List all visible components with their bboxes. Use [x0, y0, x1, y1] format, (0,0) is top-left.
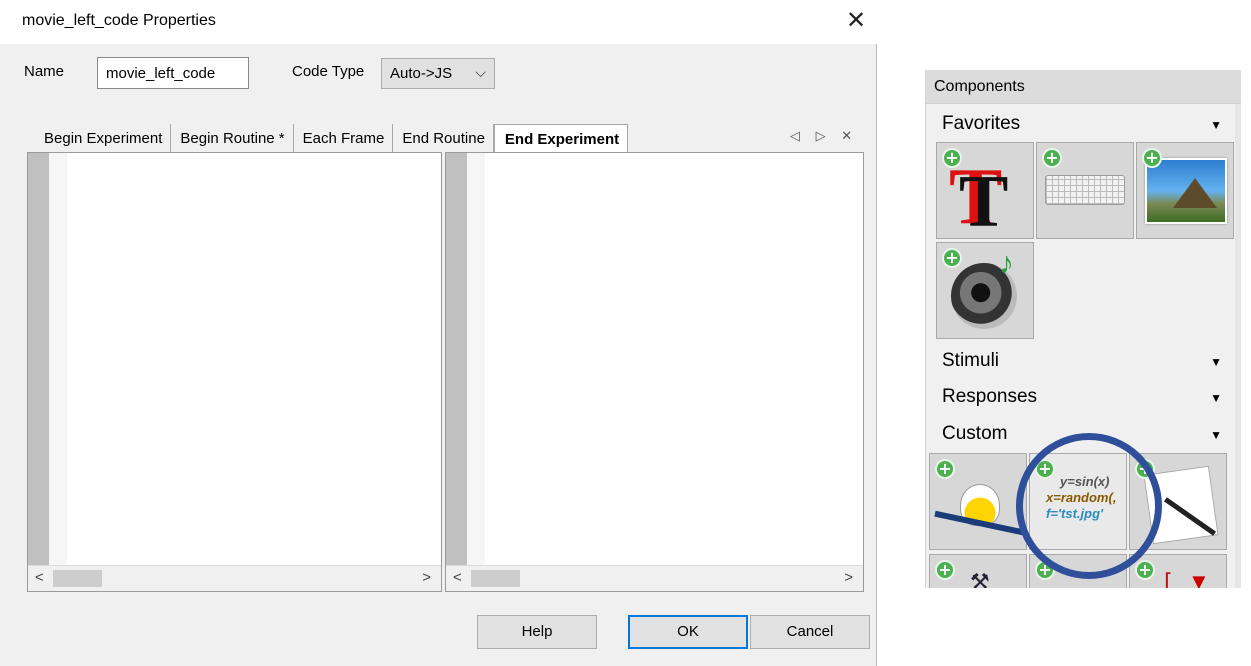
expand-icon: ▼ — [1210, 391, 1222, 405]
code-area[interactable] — [485, 153, 863, 566]
sound-component-tile[interactable]: ♪ + — [936, 242, 1034, 339]
text-component-tile[interactable]: T T + — [936, 142, 1034, 239]
title-bar: movie_left_code Properties ✕ — [0, 0, 877, 44]
expand-icon: ▼ — [1210, 355, 1222, 369]
components-header: Components — [926, 70, 1241, 104]
bracket-icon: ⌈ — [1164, 569, 1173, 588]
cancel-button[interactable]: Cancel — [750, 615, 870, 649]
category-responses[interactable]: Responses ▼ — [926, 379, 1241, 415]
category-stimuli[interactable]: Stimuli ▼ — [926, 343, 1241, 379]
text-icon-shadow: T — [959, 161, 1009, 239]
scroll-left-icon[interactable]: < — [35, 569, 44, 586]
components-panel: Components Favorites ▼ T T + + + ♪ + Sti… — [925, 70, 1241, 588]
add-icon: + — [942, 148, 962, 168]
tab-begin-experiment[interactable]: Begin Experiment — [27, 124, 172, 152]
tab-controls: ◁ ▷ ✕ — [790, 128, 858, 144]
paper-icon — [1143, 465, 1219, 545]
tab-next-icon[interactable]: ▷ — [816, 128, 832, 143]
code-icon-line: f='tst.jpg' — [1046, 506, 1104, 521]
tab-end-experiment[interactable]: End Experiment — [493, 124, 629, 153]
add-icon: + — [942, 248, 962, 268]
scroll-thumb[interactable] — [53, 570, 102, 587]
category-label: Custom — [942, 423, 1008, 444]
name-input[interactable] — [97, 57, 249, 89]
add-icon: + — [935, 560, 955, 580]
tab-begin-routine[interactable]: Begin Routine * — [171, 124, 294, 152]
tool-component-tile[interactable]: ⚒ + — [929, 554, 1027, 588]
scroll-thumb[interactable] — [471, 570, 520, 587]
tab-prev-icon[interactable]: ◁ — [790, 128, 806, 143]
music-note-icon: ♪ — [999, 247, 1014, 280]
tab-end-routine[interactable]: End Routine — [393, 124, 494, 152]
code-icon-line: x=random(, — [1046, 490, 1117, 505]
image-icon — [1145, 158, 1227, 224]
code-type-label: Code Type — [292, 63, 365, 80]
add-icon: + — [1042, 148, 1062, 168]
category-custom[interactable]: Custom ▼ — [926, 416, 1241, 452]
fold-margin — [467, 153, 485, 566]
keyboard-component-tile[interactable]: + — [1036, 142, 1134, 239]
code-area[interactable] — [67, 153, 441, 566]
add-icon: + — [1035, 459, 1055, 479]
tab-each-frame[interactable]: Each Frame — [294, 124, 394, 152]
horizontal-scrollbar[interactable]: < > — [446, 565, 863, 591]
add-icon: + — [1035, 560, 1055, 580]
dialog-title: movie_left_code Properties — [22, 12, 216, 29]
component-tile[interactable]: ⌈ ▼ + — [1129, 554, 1227, 588]
scroll-right-icon[interactable]: > — [422, 569, 431, 586]
code-type-value: Auto->JS — [390, 65, 453, 82]
vertical-scrollbar[interactable] — [1235, 104, 1241, 588]
python-code-editor[interactable]: < > — [27, 152, 442, 592]
code-component-tile[interactable]: y=sin(x) x=random(, f='tst.jpg' + — [1029, 453, 1127, 550]
close-icon[interactable]: ✕ — [846, 6, 866, 35]
scroll-right-icon[interactable]: > — [844, 569, 853, 586]
help-button[interactable]: Help — [477, 615, 597, 649]
category-favorites[interactable]: Favorites ▼ — [926, 106, 1241, 142]
add-icon: + — [1135, 560, 1155, 580]
component-tile[interactable]: + — [1029, 554, 1127, 588]
code-icon: y=sin(x) x=random(, f='tst.jpg' — [1046, 474, 1116, 522]
horizontal-scrollbar[interactable]: < > — [28, 565, 441, 591]
code-type-select[interactable]: Auto->JS ⌵ — [381, 58, 495, 89]
category-label: Favorites — [942, 113, 1021, 134]
js-code-editor[interactable]: < > — [445, 152, 864, 592]
keyboard-icon — [1045, 175, 1125, 205]
add-icon: + — [935, 459, 955, 479]
static-component-tile[interactable]: + — [929, 453, 1027, 550]
survey-component-tile[interactable]: + — [1129, 453, 1227, 550]
fold-margin — [49, 153, 67, 566]
name-label: Name — [24, 63, 65, 80]
category-label: Responses — [942, 386, 1038, 407]
hammer-icon: ⚒ — [970, 569, 990, 588]
ok-button[interactable]: OK — [628, 615, 748, 649]
chevron-down-icon: ⌵ — [475, 64, 486, 80]
marker-icon: ▼ — [1188, 569, 1210, 588]
code-icon-line: y=sin(x) — [1060, 474, 1110, 489]
tab-close-icon[interactable]: ✕ — [841, 128, 858, 143]
add-icon: + — [1135, 459, 1155, 479]
image-component-tile[interactable]: + — [1136, 142, 1234, 239]
properties-dialog: movie_left_code Properties ✕ Name Code T… — [0, 0, 877, 666]
expand-icon: ▼ — [1210, 428, 1222, 442]
code-tabs: Begin Experiment Begin Routine * Each Fr… — [27, 124, 629, 153]
line-number-gutter — [28, 153, 49, 566]
category-label: Stimuli — [942, 350, 1000, 371]
expand-icon: ▼ — [1210, 118, 1222, 132]
add-icon: + — [1142, 148, 1162, 168]
scroll-left-icon[interactable]: < — [453, 569, 462, 586]
line-number-gutter — [446, 153, 467, 566]
